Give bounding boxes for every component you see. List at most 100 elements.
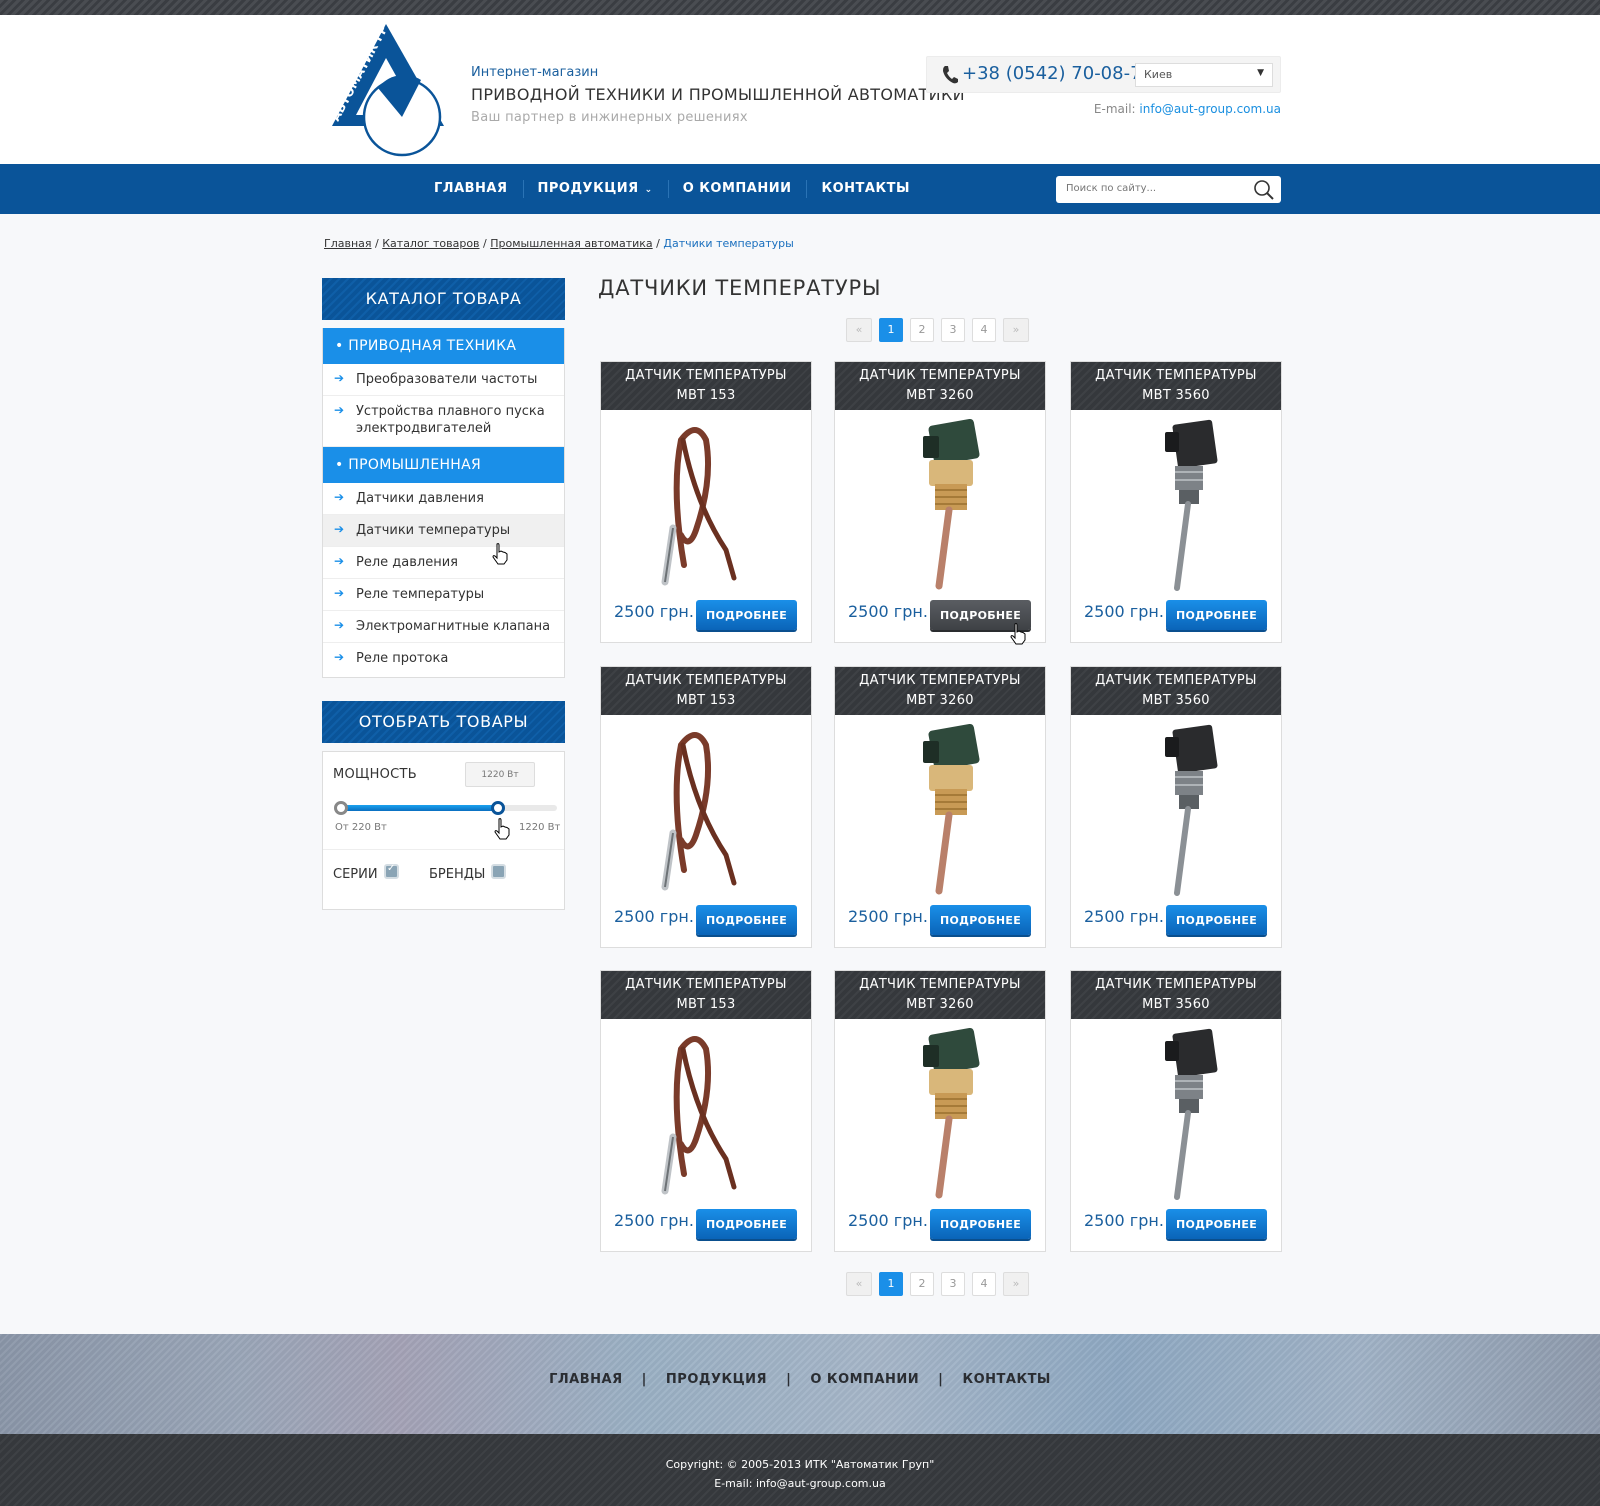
product-title[interactable]: ДАТЧИК ТЕМПЕРАТУРЫ MBT 3260 xyxy=(835,667,1045,715)
pagination-next[interactable]: » xyxy=(1003,1272,1029,1296)
nav-item-home[interactable]: ГЛАВНАЯ xyxy=(419,164,523,214)
nav-item-contacts[interactable]: КОНТАКТЫ xyxy=(806,164,924,214)
product-title-line1: ДАТЧИК ТЕМПЕРАТУРЫ xyxy=(625,977,787,992)
product-image-brass-sensor[interactable] xyxy=(835,410,1045,596)
details-button[interactable]: ПОДРОБНЕЕ xyxy=(696,1209,797,1239)
product-image-brass-sensor[interactable] xyxy=(835,715,1045,901)
details-button[interactable]: ПОДРОБНЕЕ xyxy=(696,905,797,935)
phone-icon xyxy=(943,66,958,84)
pagination-page-1[interactable]: 1 xyxy=(879,1272,903,1296)
product-image-steel-sensor[interactable] xyxy=(1071,1019,1281,1205)
brands-checkbox[interactable] xyxy=(491,864,506,879)
nav-label: КОНТАКТЫ xyxy=(821,181,910,196)
pagination-page-4[interactable]: 4 xyxy=(972,318,996,342)
details-button[interactable]: ПОДРОБНЕЕ xyxy=(930,905,1031,935)
product-card[interactable]: ДАТЧИК ТЕМПЕРАТУРЫ MBT 3560 2500 грн. ПОДРО… xyxy=(1070,970,1282,1252)
product-title[interactable]: ДАТЧИК ТЕМПЕРАТУРЫ MBT 3560 xyxy=(1071,362,1281,410)
product-model: MBT 3260 xyxy=(906,388,974,403)
sidebar-item-flow-relays[interactable]: ➔ Реле протока xyxy=(323,643,564,677)
pagination-page-2[interactable]: 2 xyxy=(910,318,934,342)
pagination-page-3[interactable]: 3 xyxy=(941,318,965,342)
product-title[interactable]: ДАТЧИК ТЕМПЕРАТУРЫ MBT 153 xyxy=(601,362,811,410)
pagination-prev[interactable]: « xyxy=(846,1272,872,1296)
product-card[interactable]: ДАТЧИК ТЕМПЕРАТУРЫ MBT 3260 2500 грн. ПОДРО… xyxy=(834,666,1046,948)
brands-label: БРЕНДЫ xyxy=(429,867,486,882)
pagination-page-2[interactable]: 2 xyxy=(910,1272,934,1296)
footer-nav: ГЛАВНАЯ | ПРОДУКЦИЯ | О КОМПАНИИ | КОНТА… xyxy=(0,1372,1600,1387)
sidebar-item-pressure-relays[interactable]: ➔ Реле давления xyxy=(323,547,564,579)
details-button[interactable]: ПОДРОБНЕЕ xyxy=(1166,1209,1267,1239)
slider-min-label: От 220 Вт xyxy=(335,822,387,833)
sidebar-item-temperature-sensors[interactable]: ➔ Датчики температуры xyxy=(323,515,564,547)
footer-link-contacts[interactable]: КОНТАКТЫ xyxy=(962,1372,1050,1387)
product-card[interactable]: ДАТЧИК ТЕМПЕРАТУРЫ MBT 3560 2500 грн. ПОДРО… xyxy=(1070,361,1282,643)
pagination-prev[interactable]: « xyxy=(846,318,872,342)
search-icon[interactable] xyxy=(1253,179,1275,201)
footer-link-home[interactable]: ГЛАВНАЯ xyxy=(549,1372,623,1387)
product-card[interactable]: ДАТЧИК ТЕМПЕРАТУРЫ MBT 3260 2500 грн. ПОДРО… xyxy=(834,970,1046,1252)
series-checkbox[interactable] xyxy=(384,863,399,879)
details-button[interactable]: ПОДРОБНЕЕ xyxy=(696,600,797,630)
slider-handle-max[interactable] xyxy=(491,801,506,815)
product-title[interactable]: ДАТЧИК ТЕМПЕРАТУРЫ MBT 3560 xyxy=(1071,971,1281,1019)
phone-number[interactable]: +38 (0542) 70-08-78 xyxy=(962,63,1153,84)
slider-handle-min[interactable] xyxy=(334,801,348,815)
breadcrumb-link[interactable]: Главная xyxy=(324,237,372,250)
product-title-line1: ДАТЧИК ТЕМПЕРАТУРЫ xyxy=(1095,368,1257,383)
details-button[interactable]: ПОДРОБНЕЕ xyxy=(1166,600,1267,630)
product-card[interactable]: ДАТЧИК ТЕМПЕРАТУРЫ MBT 3260 2500 грн. ПОДРО… xyxy=(834,361,1046,643)
search-input[interactable] xyxy=(1056,176,1246,201)
city-value: Киев xyxy=(1144,68,1173,81)
product-image-cable-sensor[interactable] xyxy=(601,715,811,901)
nav-label: О КОМПАНИИ xyxy=(682,181,792,196)
city-select[interactable]: Киев ▼ xyxy=(1135,63,1273,87)
header: АВТОМАТИК ГРУП Интернет-магазин ПРИВОДНО… xyxy=(0,15,1600,164)
category-industrial-automation[interactable]: • ПРОМЫШЛЕННАЯ АВТОМАТИКА xyxy=(323,447,564,509)
series-label: СЕРИИ xyxy=(333,867,378,882)
product-title[interactable]: ДАТЧИК ТЕМПЕРАТУРЫ MBT 3260 xyxy=(835,362,1045,410)
product-image-steel-sensor[interactable] xyxy=(1071,715,1281,901)
logo[interactable]: АВТОМАТИК ГРУП xyxy=(326,18,466,165)
sidebar-item-soft-starters[interactable]: ➔ Устройства плавного пуска электродвигат… xyxy=(323,396,564,447)
details-button[interactable]: ПОДРОБНЕЕ xyxy=(930,1209,1031,1239)
product-card[interactable]: ДАТЧИК ТЕМПЕРАТУРЫ MBT 153 2500 грн. ПОДРОБ… xyxy=(600,666,812,948)
product-card[interactable]: ДАТЧИК ТЕМПЕРАТУРЫ MBT 153 2500 грн. ПОДРОБ… xyxy=(600,970,812,1252)
nav-label: ГЛАВНАЯ xyxy=(434,181,508,196)
sidebar-item-solenoid-valves[interactable]: ➔ Электромагнитные клапана xyxy=(323,611,564,643)
power-label: МОЩНОСТЬ xyxy=(333,767,418,782)
footer-email[interactable]: E-mail: info@aut-group.com.ua xyxy=(0,1474,1600,1493)
sidebar-item-temperature-relays[interactable]: ➔ Реле температуры xyxy=(323,579,564,611)
product-title[interactable]: ДАТЧИК ТЕМПЕРАТУРЫ MBT 153 xyxy=(601,971,811,1019)
product-title[interactable]: ДАТЧИК ТЕМПЕРАТУРЫ MBT 153 xyxy=(601,667,811,715)
product-image-cable-sensor[interactable] xyxy=(601,410,811,596)
nav-item-products[interactable]: ПРОДУКЦИЯ ⌄ xyxy=(522,164,668,214)
product-price: 2500 грн. xyxy=(614,602,694,621)
nav-item-about[interactable]: О КОМПАНИИ xyxy=(667,164,807,214)
breadcrumb-link[interactable]: Промышленная автоматика xyxy=(490,237,652,250)
arrow-right-icon: ➔ xyxy=(334,554,345,568)
pagination-page-3[interactable]: 3 xyxy=(941,1272,965,1296)
category-drive-tech[interactable]: • ПРИВОДНАЯ ТЕХНИКА xyxy=(323,328,564,364)
breadcrumb-current: Датчики температуры xyxy=(663,237,794,250)
pagination-page-1[interactable]: 1 xyxy=(879,318,903,342)
pagination-next[interactable]: » xyxy=(1003,318,1029,342)
filter-header: ОТОБРАТЬ ТОВАРЫ xyxy=(322,701,565,743)
details-button[interactable]: ПОДРОБНЕЕ xyxy=(1166,905,1267,935)
search-box xyxy=(1056,176,1281,203)
product-image-steel-sensor[interactable] xyxy=(1071,410,1281,596)
sidebar-item-pressure-sensors[interactable]: ➔ Датчики давления xyxy=(323,483,564,515)
pagination-page-4[interactable]: 4 xyxy=(972,1272,996,1296)
product-card[interactable]: ДАТЧИК ТЕМПЕРАТУРЫ MBT 153 2500 грн. ПОДРОБ… xyxy=(600,361,812,643)
product-title[interactable]: ДАТЧИК ТЕМПЕРАТУРЫ MBT 3260 xyxy=(835,971,1045,1019)
product-card[interactable]: ДАТЧИК ТЕМПЕРАТУРЫ MBT 3560 2500 грн. ПОДРО… xyxy=(1070,666,1282,948)
product-price: 2500 грн. xyxy=(1084,602,1164,621)
product-title[interactable]: ДАТЧИК ТЕМПЕРАТУРЫ MBT 3560 xyxy=(1071,667,1281,715)
sidebar-item-frequency-converters[interactable]: ➔ Преобразователи частоты xyxy=(323,364,564,396)
email-link[interactable]: info@aut-group.com.ua xyxy=(1139,102,1281,116)
footer-link-products[interactable]: ПРОДУКЦИЯ xyxy=(666,1372,767,1387)
footer-link-about[interactable]: О КОМПАНИИ xyxy=(810,1372,919,1387)
product-image-brass-sensor[interactable] xyxy=(835,1019,1045,1205)
power-slider[interactable] xyxy=(334,801,557,815)
breadcrumb-link[interactable]: Каталог товаров xyxy=(382,237,479,250)
product-image-cable-sensor[interactable] xyxy=(601,1019,811,1205)
